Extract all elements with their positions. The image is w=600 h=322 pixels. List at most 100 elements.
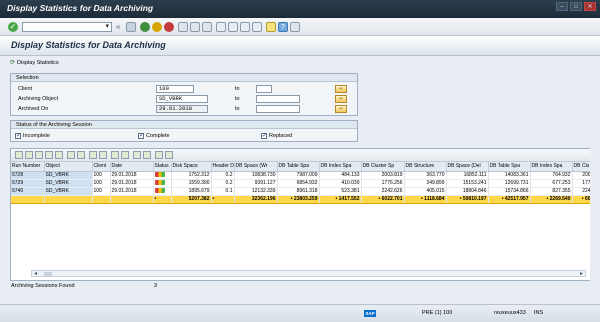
run-number-cell[interactable]: 5728	[11, 171, 45, 180]
info-icon[interactable]	[155, 151, 163, 159]
minimize-icon[interactable]: –	[556, 2, 568, 11]
column-header[interactable]: DB Structure	[404, 162, 447, 172]
column-settings-icon[interactable]	[165, 151, 173, 159]
command-field[interactable]	[22, 22, 112, 32]
column-header[interactable]: DB Table Spa	[488, 162, 531, 172]
column-header[interactable]: Object	[44, 162, 93, 172]
total-cell: • 50810.197	[446, 195, 489, 204]
enter-icon[interactable]: ✓	[8, 22, 18, 32]
column-header[interactable]: Disk Space	[171, 162, 212, 172]
object-cell[interactable]: SD_VBRK	[44, 187, 93, 196]
object-cell[interactable]: SD_VBRK	[44, 171, 93, 180]
find-icon[interactable]	[45, 151, 53, 159]
print-icon[interactable]	[178, 22, 188, 32]
sessions-found-label: Archiving Sessions Found	[11, 283, 75, 289]
column-header[interactable]: Client	[92, 162, 111, 172]
help-icon[interactable]: ?	[278, 22, 288, 32]
sort-ascending-icon[interactable]	[25, 151, 33, 159]
page-header: Display Statistics for Data Archiving	[0, 36, 600, 56]
table-row[interactable]: 5728 SD_VBRK 100 29.01.2018 1752.312 0.2…	[11, 171, 599, 180]
new-session-icon[interactable]	[266, 22, 276, 32]
archiving-object-from-input[interactable]: SD_VBRK	[156, 95, 208, 103]
save-icon[interactable]	[126, 22, 136, 32]
system-info[interactable]: PRE (1) 100	[422, 310, 452, 316]
scroll-right-icon[interactable]: ▸	[580, 270, 583, 277]
sap-logo: SAP	[364, 310, 376, 317]
column-header[interactable]: Header D	[211, 162, 235, 172]
status-bar: SAP PRE (1) 100 reuxeuux433 INS	[0, 304, 600, 322]
graphic-icon[interactable]	[133, 151, 141, 159]
export-icon[interactable]	[99, 151, 107, 159]
archiving-object-to-input[interactable]	[256, 95, 300, 103]
column-header[interactable]: Status	[153, 162, 172, 172]
view-icon[interactable]	[143, 151, 151, 159]
insert-mode: INS	[534, 310, 544, 316]
total-cell: 5207.382	[171, 195, 212, 204]
window-controls: – □ ✕	[556, 2, 596, 11]
client-cell: 100	[92, 179, 111, 188]
column-header[interactable]: DB Index Spa	[530, 162, 573, 172]
print-preview-icon[interactable]	[89, 151, 97, 159]
archived-on-to-input[interactable]	[256, 105, 300, 113]
filter-icon[interactable]	[55, 151, 63, 159]
complete-checkbox[interactable]: ✓ Complete	[138, 132, 170, 140]
close-icon[interactable]: ✕	[584, 2, 596, 11]
archiving-object-to-label: to	[235, 96, 240, 102]
archived-on-from-input[interactable]: 29.01.2018	[156, 105, 208, 113]
horizontal-scrollbar[interactable]: ◂ ▸	[31, 270, 586, 277]
client-to-input[interactable]	[256, 85, 272, 93]
total-cell: • 42517.957	[488, 195, 531, 204]
page-title: Display Statistics for Data Archiving	[11, 40, 166, 50]
customize-layout-icon[interactable]	[290, 22, 300, 32]
find-next-icon[interactable]	[202, 22, 212, 32]
client-multiple-selection-icon[interactable]: ⇨	[335, 85, 347, 93]
column-header[interactable]: DB Table Spa	[277, 162, 320, 172]
run-number-cell[interactable]: 5729	[11, 179, 45, 188]
archiving-status-group-title: Status of the Archiving Session	[11, 121, 357, 129]
scroll-left-icon[interactable]: ◂	[34, 270, 37, 277]
layout-icon[interactable]	[111, 151, 119, 159]
archived-on-to-label: to	[235, 106, 240, 112]
client-to-label: to	[235, 86, 240, 92]
table-row[interactable]: 5740 SD_VBRK 100 29.01.2018 1895.679 0.1…	[11, 187, 599, 196]
previous-page-icon[interactable]	[228, 22, 238, 32]
column-header[interactable]: DB Space (Del	[446, 162, 489, 172]
client-from-input[interactable]: 100	[156, 85, 194, 93]
find-icon[interactable]	[190, 22, 200, 32]
incomplete-checkbox[interactable]: ✓ Incomplete	[15, 132, 50, 140]
replaced-check-icon: ✓	[261, 133, 268, 139]
table-row[interactable]: 5729 SD_VBRK 100 29.01.2018 1559.390 0.2…	[11, 179, 599, 188]
sort-descending-icon[interactable]	[35, 151, 43, 159]
scrollbar-thumb[interactable]	[44, 272, 52, 276]
column-header[interactable]: Run Number	[11, 162, 45, 172]
cancel-icon[interactable]	[164, 22, 174, 32]
column-header[interactable]: DB Space (Wr	[234, 162, 278, 172]
column-header[interactable]: DB Index Spa	[319, 162, 362, 172]
save-layout-icon[interactable]	[121, 151, 129, 159]
object-cell[interactable]: SD_VBRK	[44, 179, 93, 188]
display-statistics-button[interactable]: ⟳ Display Statistics	[10, 58, 59, 68]
host-name: reuxeuux433	[494, 310, 526, 316]
total-cell: • 2269.540	[530, 195, 573, 204]
grid-toolbar	[11, 149, 599, 162]
sum-icon[interactable]	[67, 151, 75, 159]
exit-icon[interactable]	[152, 22, 162, 32]
back-icon[interactable]	[140, 22, 150, 32]
maximize-icon[interactable]: □	[570, 2, 582, 11]
details-icon[interactable]	[15, 151, 23, 159]
client-cell: 100	[92, 187, 111, 196]
status-traffic-light-icon	[154, 172, 165, 178]
replaced-checkbox[interactable]: ✓ Replaced	[261, 132, 292, 140]
column-header[interactable]: DB Cluster Sp	[361, 162, 405, 172]
run-number-cell[interactable]: 5740	[11, 187, 45, 196]
collapse-icon[interactable]: «	[116, 22, 126, 32]
db-index-space-delete-cell: 677.253	[530, 179, 573, 188]
last-page-icon[interactable]	[252, 22, 262, 32]
total-cell	[110, 195, 154, 204]
first-page-icon[interactable]	[216, 22, 226, 32]
archived-on-multiple-selection-icon[interactable]: ⇨	[335, 105, 347, 113]
subtotal-icon[interactable]	[77, 151, 85, 159]
column-header[interactable]: Date	[110, 162, 154, 172]
next-page-icon[interactable]	[240, 22, 250, 32]
archiving-object-multiple-selection-icon[interactable]: ⇨	[335, 95, 347, 103]
